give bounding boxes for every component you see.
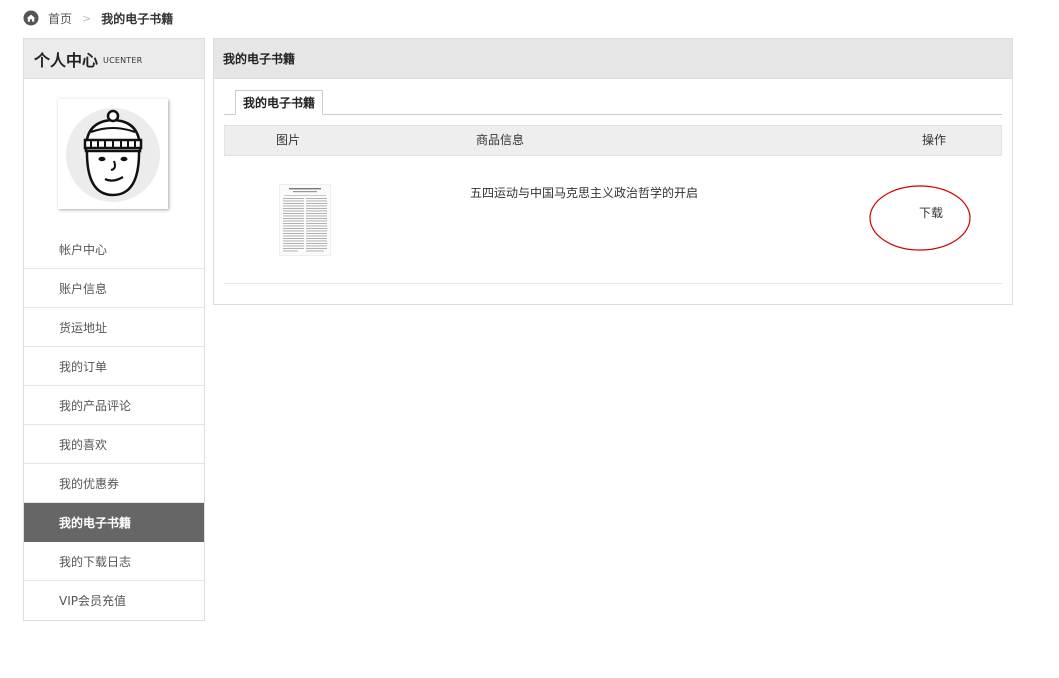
sidebar-subtitle: UCENTER [103, 55, 143, 65]
home-icon[interactable] [23, 10, 39, 26]
sidebar-nav: 帐户中心 账户信息 货运地址 我的订单 我的产品评论 我的喜欢 我的优惠券 我的… [24, 230, 204, 620]
document-thumbnail-icon [280, 185, 330, 255]
avatar [58, 99, 168, 209]
column-header-operation: 操作 [922, 133, 947, 147]
breadcrumb-current: 我的电子书籍 [101, 11, 174, 26]
sidebar-title: 个人中心 [34, 50, 99, 70]
page-title: 我的电子书籍 [214, 39, 1012, 79]
tab-my-ebooks[interactable]: 我的电子书籍 [235, 90, 324, 115]
breadcrumb-home-link[interactable]: 首页 [48, 10, 72, 27]
sidebar-item-shipping-address[interactable]: 货运地址 [24, 308, 204, 347]
sidebar-item-my-likes[interactable]: 我的喜欢 [24, 425, 204, 464]
document-thumbnail[interactable] [279, 184, 331, 256]
breadcrumb-separator: > [82, 11, 92, 25]
main-panel: 我的电子书籍 我的电子书籍 图片 商品信息 操作 五四运动与中国马克思主义政治哲… [213, 38, 1013, 305]
breadcrumb: 首页 > 我的电子书籍 [23, 9, 173, 27]
sidebar-item-vip-recharge[interactable]: VIP会员充值 [24, 581, 204, 620]
avatar-beanie-face-icon [66, 108, 160, 202]
sidebar-item-my-orders[interactable]: 我的订单 [24, 347, 204, 386]
product-name[interactable]: 五四运动与中国马克思主义政治哲学的开启 [470, 184, 698, 201]
sidebar-item-my-ebooks[interactable]: 我的电子书籍 [24, 503, 204, 542]
tab-bar: 我的电子书籍 [224, 90, 1002, 115]
sidebar-item-account-center[interactable]: 帐户中心 [24, 230, 204, 269]
column-header-info: 商品信息 [476, 133, 525, 147]
sidebar-item-my-reviews[interactable]: 我的产品评论 [24, 386, 204, 425]
sidebar-item-my-coupons[interactable]: 我的优惠券 [24, 464, 204, 503]
sidebar: 个人中心 UCENTER 帐户中心 账户信息 货运地址 我的订单 我的产品评论 … [23, 38, 205, 621]
sidebar-item-account-info[interactable]: 账户信息 [24, 269, 204, 308]
column-header-image: 图片 [276, 133, 301, 147]
sidebar-header: 个人中心 UCENTER [24, 39, 204, 79]
table-header: 图片 商品信息 操作 [224, 125, 1002, 156]
sidebar-item-download-log[interactable]: 我的下载日志 [24, 542, 204, 581]
table-row: 五四运动与中国马克思主义政治哲学的开启 下载 [224, 156, 1002, 284]
download-button[interactable]: 下载 [919, 204, 943, 221]
ebook-table: 图片 商品信息 操作 五四运动与中国马克思主义政治哲学的开启 下载 [224, 125, 1002, 284]
